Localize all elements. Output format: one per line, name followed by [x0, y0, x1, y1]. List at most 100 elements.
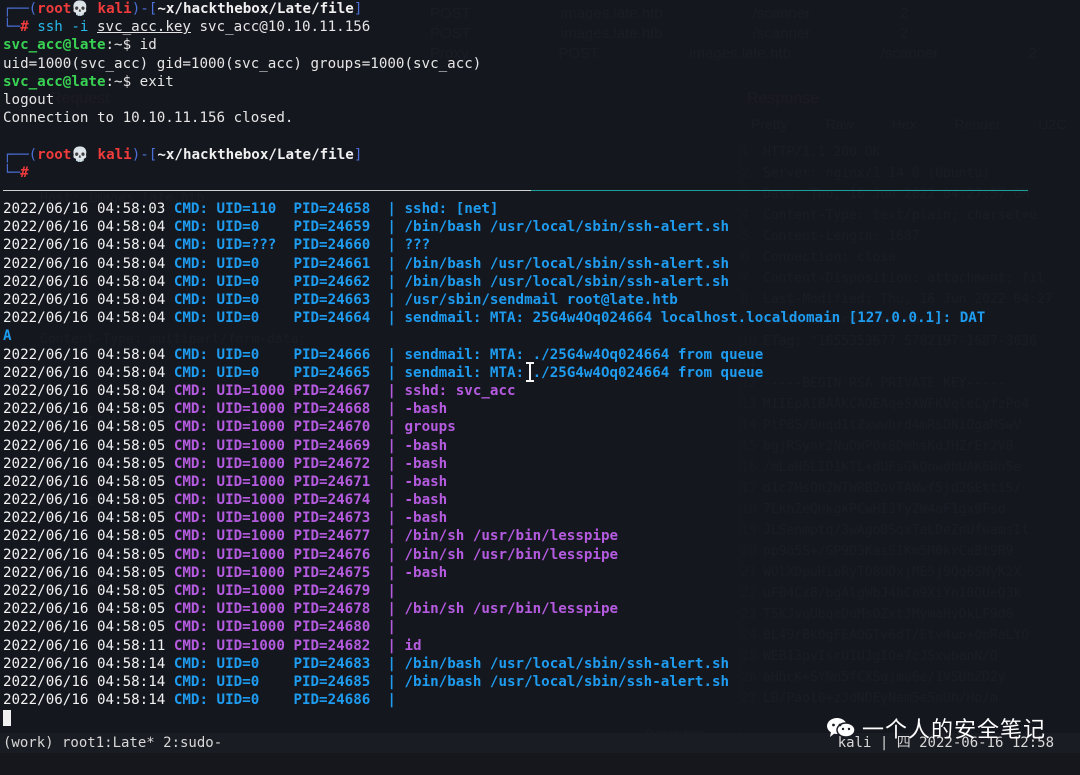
pspy-pipe: | — [387, 201, 396, 218]
pspy-row: 2022/06/16 04:58:04 CMD: UID=1000 PID=24… — [0, 382, 1080, 400]
pspy-uid: CMD: UID=1000 — [173, 492, 285, 509]
pspy-timestamp: 2022/06/16 04:58:04 — [3, 364, 166, 381]
pspy-timestamp: 2022/06/16 04:58:11 — [3, 637, 166, 654]
logout-line: logout — [3, 91, 55, 108]
pspy-uid: CMD: UID=0 — [173, 255, 285, 272]
pspy-pid: PID=24662 — [293, 273, 371, 290]
pspy-uid: CMD: UID=1000 — [173, 601, 285, 618]
pspy-uid: CMD: UID=1000 — [173, 546, 285, 563]
pspy-pid: PID=24685 — [293, 673, 371, 690]
pspy-pipe: | — [387, 583, 396, 599]
pspy-uid: CMD: UID=1000 — [173, 510, 285, 527]
pspy-pid: PID=24682 — [293, 637, 371, 654]
pspy-uid: CMD: UID=110 — [173, 201, 285, 218]
pspy-pid: PID=24670 — [293, 419, 371, 436]
pspy-uid: CMD: UID=0 — [173, 346, 285, 363]
pspy-pid: PID=24676 — [293, 546, 371, 563]
pspy-uid: CMD: UID=??? — [173, 237, 285, 254]
pspy-uid: CMD: UID=0 — [173, 364, 285, 381]
pspy-row: 2022/06/16 04:58:04 CMD: UID=0 PID=24665… — [0, 364, 1080, 382]
pspy-command: sshd: svc_acc — [404, 382, 516, 399]
pspy-pid: PID=24658 — [293, 201, 371, 218]
pspy-row: 2022/06/16 04:58:05 CMD: UID=1000 PID=24… — [0, 527, 1080, 545]
pspy-timestamp: 2022/06/16 04:58:05 — [3, 510, 166, 527]
pspy-pid: PID=24666 — [293, 346, 371, 363]
ssh-command-line: └─# ssh -i svc_acc.key svc_acc@10.10.11.… — [3, 19, 371, 36]
pspy-command: sendmail: MTA: ./25G4w4Oq024664 from que… — [404, 364, 764, 381]
pspy-command: -bash — [404, 473, 448, 490]
pspy-pipe: | — [387, 310, 396, 327]
pspy-pipe: | — [387, 492, 396, 509]
pspy-row: 2022/06/16 04:58:14 CMD: UID=0 PID=24685… — [0, 673, 1080, 691]
pspy-pid: PID=24667 — [293, 382, 371, 399]
pspy-pipe: | — [387, 255, 396, 272]
pspy-uid: CMD: UID=1000 — [173, 528, 285, 545]
pspy-command: -bash — [404, 437, 448, 454]
pspy-pipe: | — [387, 237, 396, 254]
pspy-pipe: | — [387, 219, 396, 236]
pspy-row: 2022/06/16 04:58:05 CMD: UID=1000 PID=24… — [0, 582, 1080, 600]
pspy-row: 2022/06/16 04:58:05 CMD: UID=1000 PID=24… — [0, 400, 1080, 418]
remote-id-line: svc_acc@late:~$ id — [3, 37, 157, 54]
pspy-command: -bash — [404, 492, 448, 509]
pspy-uid: CMD: UID=0 — [173, 292, 285, 308]
pspy-separator — [0, 182, 1080, 200]
pspy-row: 2022/06/16 04:58:04 CMD: UID=0 PID=24663… — [0, 291, 1080, 309]
pspy-pid: PID=24674 — [293, 492, 371, 509]
pspy-row: 2022/06/16 04:58:03 CMD: UID=110 PID=246… — [0, 200, 1080, 218]
terminal-window[interactable]: ┌──(root💀 kali)-[~x/hackthebox/Late/file… — [0, 0, 1080, 740]
pspy-command: -bash — [404, 455, 448, 472]
pspy-timestamp: 2022/06/16 04:58:04 — [3, 273, 166, 290]
mouse-ibeam-icon — [526, 362, 534, 382]
pspy-pid: PID=24669 — [293, 437, 371, 454]
pspy-timestamp: 2022/06/16 04:58:05 — [3, 619, 166, 636]
pspy-row: 2022/06/16 04:58:04 CMD: UID=0 PID=24666… — [0, 346, 1080, 364]
pspy-pipe: | — [387, 692, 396, 709]
pspy-timestamp: 2022/06/16 04:58:04 — [3, 255, 166, 272]
pspy-row: 2022/06/16 04:58:04 CMD: UID=0 PID=24664… — [0, 309, 1080, 327]
pspy-command: /bin/bash /usr/local/sbin/ssh-alert.sh — [404, 219, 730, 236]
pspy-pid: PID=24664 — [293, 310, 371, 327]
pspy-pipe: | — [387, 437, 396, 454]
prompt-input-line[interactable]: └─# — [0, 164, 1080, 182]
pspy-command: /bin/bash /usr/local/sbin/ssh-alert.sh — [404, 673, 730, 690]
pspy-command: id — [404, 637, 422, 654]
tmux-window-list[interactable]: (work) root1:Late* 2:sudo- — [3, 733, 222, 753]
pspy-pid: PID=24665 — [293, 364, 371, 381]
pspy-command: -bash — [404, 510, 448, 527]
pspy-row: 2022/06/16 04:58:05 CMD: UID=1000 PID=24… — [0, 455, 1080, 473]
pspy-uid: CMD: UID=0 — [173, 673, 285, 690]
pspy-row: 2022/06/16 04:58:05 CMD: UID=1000 PID=24… — [0, 509, 1080, 527]
pspy-uid: CMD: UID=0 — [173, 655, 285, 672]
pspy-row: 2022/06/16 04:58:11 CMD: UID=1000 PID=24… — [0, 637, 1080, 655]
pspy-row: 2022/06/16 04:58:04 CMD: UID=0 PID=24659… — [0, 218, 1080, 236]
pspy-timestamp: 2022/06/16 04:58:05 — [3, 601, 166, 618]
pspy-command: -bash — [404, 564, 448, 581]
pspy-timestamp: 2022/06/16 04:58:04 — [3, 310, 166, 327]
pspy-command: /bin/bash /usr/local/sbin/ssh-alert.sh — [404, 255, 730, 272]
pspy-command: /bin/bash /usr/local/sbin/ssh-alert.sh — [404, 655, 730, 672]
pspy-command: ??? — [404, 237, 431, 254]
pspy-pid: PID=24678 — [293, 601, 371, 618]
pspy-pid: PID=24660 — [293, 237, 371, 254]
pspy-pipe: | — [387, 673, 396, 690]
pspy-uid: CMD: UID=1000 — [173, 564, 285, 581]
pspy-row: 2022/06/16 04:58:05 CMD: UID=1000 PID=24… — [0, 473, 1080, 491]
pspy-pipe: | — [387, 419, 396, 436]
pspy-pid: PID=24677 — [293, 528, 371, 545]
pspy-pipe: | — [387, 510, 396, 527]
prompt-line-2: ┌──(root💀 kali)-[~x/hackthebox/Late/file… — [3, 146, 363, 163]
pspy-row: 2022/06/16 04:58:04 CMD: UID=0 PID=24661… — [0, 255, 1080, 273]
pspy-row: 2022/06/16 04:58:05 CMD: UID=1000 PID=24… — [0, 491, 1080, 509]
pspy-pid: PID=24680 — [293, 619, 371, 636]
wechat-icon — [826, 716, 856, 740]
bottom-strip — [0, 753, 1080, 775]
pspy-command: -bash — [404, 401, 448, 418]
pspy-timestamp: 2022/06/16 04:58:04 — [3, 219, 166, 236]
pspy-pid: PID=24659 — [293, 219, 371, 236]
pspy-pid: PID=24663 — [293, 292, 371, 308]
pspy-row: A — [0, 327, 1080, 345]
pspy-timestamp: 2022/06/16 04:58:14 — [3, 655, 166, 672]
pspy-uid: CMD: UID=0 — [173, 692, 285, 709]
